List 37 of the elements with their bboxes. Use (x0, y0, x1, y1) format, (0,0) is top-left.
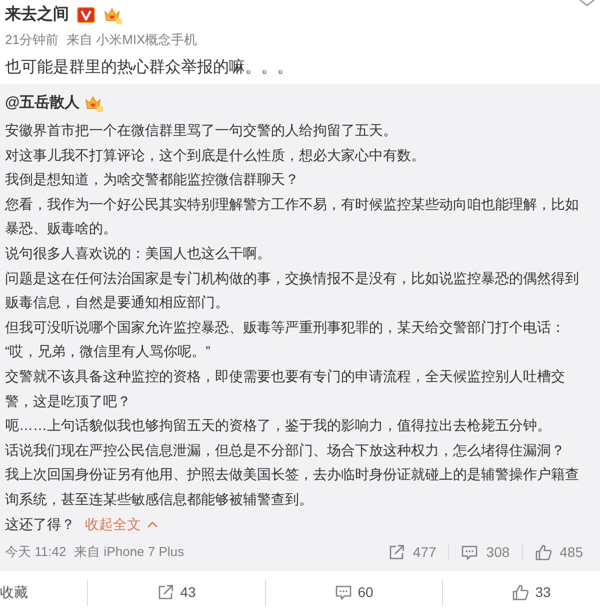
chevron-down-icon[interactable] (579, 0, 595, 6)
paragraph-text: 问题是这在任何法治国家是专门机构做的事，交换情报不是没有，比如说监控暴恐的偶然得到贩毒信息，自然是要通知相应部门。 (5, 268, 580, 312)
post-time[interactable]: 21分钟前 (5, 30, 58, 50)
verified-badge-icon (77, 7, 95, 23)
paragraph-text: 呃……上句话貌似我也够拘留五天的资格了，鉴于我的影响力，值得拉出去枪毙五分钟。 (5, 416, 552, 436)
post-source: 来自 小米MIX概念手机 (66, 31, 198, 49)
thumbs-up-icon (534, 544, 552, 561)
repost-stat-button[interactable]: 477 (376, 542, 448, 562)
paragraph-text: 对这事儿我不打算评论，这个到底是什么性质，想必大家心中有数。 (5, 146, 426, 165)
paragraph-text: 我倒是想知道，为啥交警都能监控微信群聊天？ (5, 170, 300, 190)
like-button[interactable]: 33 (512, 582, 551, 604)
favorite-button[interactable]: 收藏 (0, 582, 28, 604)
author-name[interactable]: 来去之间 (5, 4, 69, 26)
post-text: 也可能是群里的热心群众举报的嘛。。。 (5, 58, 294, 78)
comment-icon (334, 584, 352, 602)
paragraph-text: 交警就不该具备这种监控的资格，即使需要也要有专门的申请流程，全天候监控别人吐槽交警，这是吃顶了吧？ (5, 366, 566, 411)
thumbs-up-icon (512, 584, 530, 602)
comment-button[interactable]: 60 (334, 582, 374, 604)
comment-icon (461, 544, 478, 561)
like-stat-button[interactable]: 485 (522, 542, 583, 562)
crown-icon (84, 94, 103, 112)
paragraph-text: 安徽界首市把一个在微信群里骂了一句交警的人给拘留了五天。 (5, 121, 398, 140)
paragraph-text: 但我可没听说哪个国家允许监控暴恐、贩毒等严重刑事犯罪的，某天给交警部门打个电话：“哎，兄弟，微信里有人骂你呢。” (5, 318, 566, 362)
paragraph-text: 说句很多人喜欢说的：美国人也这么干啊。 (5, 244, 272, 263)
repost-source: 来自 iPhone 7 Plus (74, 543, 184, 562)
comment-stat-button[interactable]: 308 (449, 542, 522, 562)
paragraph-text: 话说我们现在严控公民信息泄漏，但总是不分部门、场合下放这种权力，怎么堵得住漏洞？ (5, 440, 566, 460)
repost-author-name[interactable]: @五岳散人 (5, 92, 80, 114)
repost-button[interactable]: 43 (157, 582, 196, 604)
chevron-up-icon (147, 521, 158, 528)
share-icon (388, 544, 405, 561)
paragraph-text: 我上次回国身份证另有他用、护照去做美国长签，去办临时身份证就碰上的是辅警操作户籍查询系统，甚至连某些敏感信息都能够被辅警查到。 (5, 465, 580, 509)
paragraph-text: 这还了得？ (5, 514, 75, 534)
share-icon (157, 584, 174, 602)
repost-time[interactable]: 今天 11:42 (5, 542, 66, 562)
crown-icon (103, 6, 122, 24)
paragraph-text: 您看，我作为一个好公民其实特别理解警方工作不易，有时候监控某些动向咱也能理解，比如暴恐、贩毒啥的。 (5, 194, 580, 238)
